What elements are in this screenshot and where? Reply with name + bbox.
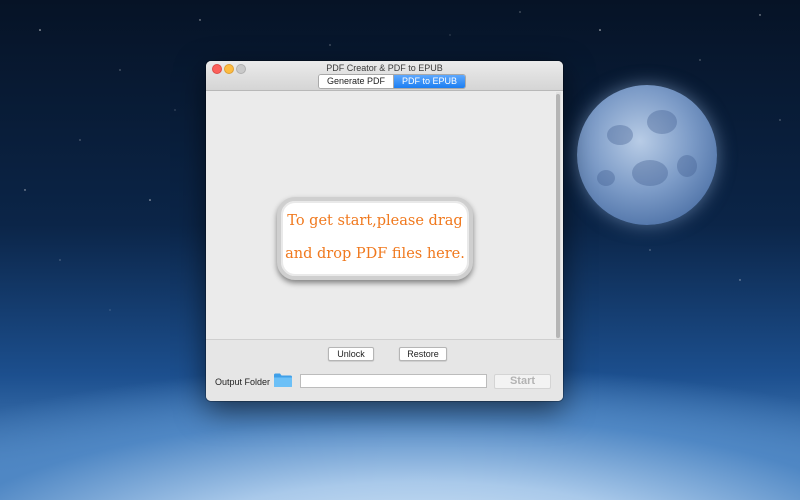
- scrollbar-thumb[interactable]: [556, 94, 560, 338]
- moon-image: [577, 85, 717, 225]
- tab-pdf-to-epub[interactable]: PDF to EPUB: [393, 75, 466, 88]
- drop-hint-line1: To get start,please drag: [287, 213, 463, 229]
- bottom-panel: Unlock Restore Output Folder Start: [206, 339, 563, 401]
- app-window: PDF Creator & PDF to EPUB Generate PDF P…: [206, 61, 563, 401]
- drop-hint-line2: and drop PDF files here.: [285, 246, 465, 262]
- start-button[interactable]: Start: [494, 374, 551, 389]
- output-folder-label: Output Folder: [215, 377, 271, 387]
- folder-icon[interactable]: [273, 372, 293, 388]
- title-bar[interactable]: PDF Creator & PDF to EPUB Generate PDF P…: [206, 61, 563, 91]
- restore-button[interactable]: Restore: [399, 347, 447, 361]
- window-title: PDF Creator & PDF to EPUB: [326, 63, 443, 73]
- vertical-scrollbar[interactable]: [556, 92, 561, 339]
- drop-hint-box: To get start,please drag and drop PDF fi…: [277, 197, 473, 280]
- output-folder-path-input[interactable]: [300, 374, 487, 388]
- pdf-drop-area[interactable]: To get start,please drag and drop PDF fi…: [206, 91, 555, 339]
- tab-generate-pdf[interactable]: Generate PDF: [319, 75, 394, 88]
- mode-tabs: Generate PDF PDF to EPUB: [318, 74, 467, 89]
- unlock-button[interactable]: Unlock: [328, 347, 374, 361]
